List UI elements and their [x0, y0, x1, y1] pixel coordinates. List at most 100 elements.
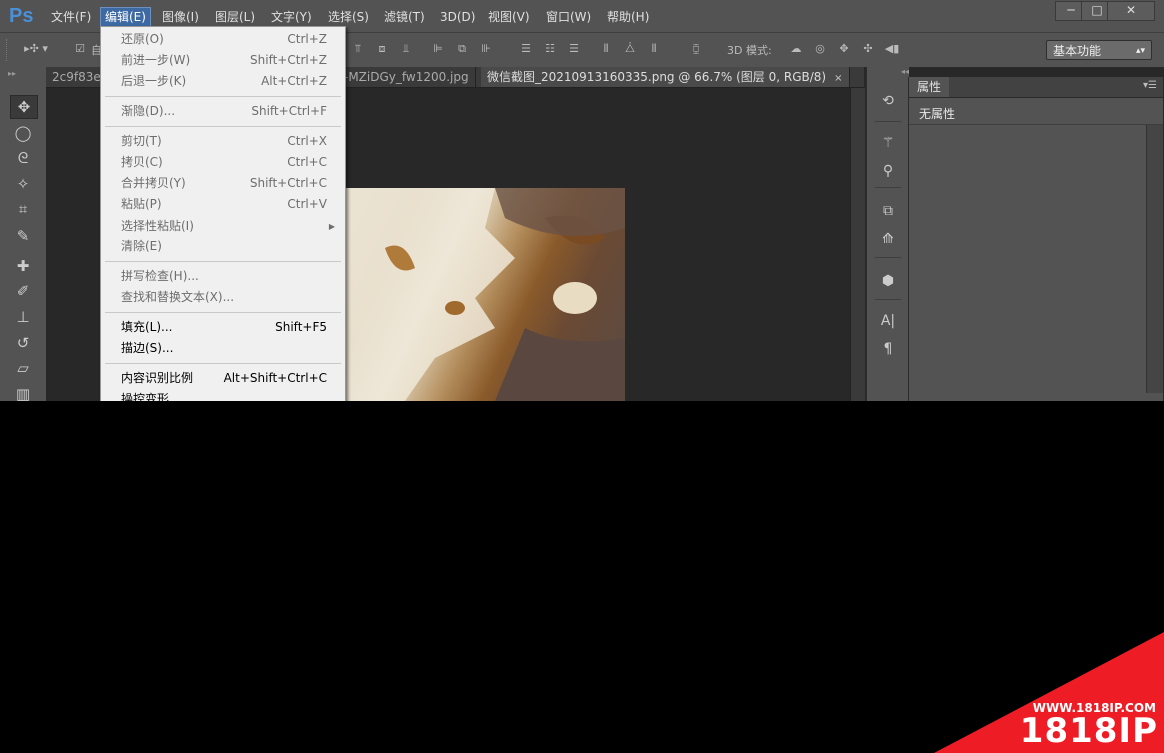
- 3d-rotate-icon[interactable]: ☁: [788, 42, 804, 56]
- auto-align-icon[interactable]: ⧮: [688, 42, 704, 56]
- align-left-icon[interactable]: ⊫: [430, 42, 446, 56]
- menu-select[interactable]: 选择(S): [324, 8, 373, 26]
- canvas-vertical-scrollbar[interactable]: [850, 88, 865, 401]
- tab-document-2[interactable]: -MZiDGy_fw1200.jpg: [338, 67, 476, 87]
- distribute-bottom-icon[interactable]: ☰: [566, 42, 582, 56]
- dock-separator: [875, 121, 901, 122]
- menu-separator: [105, 312, 341, 313]
- 3d-mode-label: 3D 模式:: [727, 44, 772, 57]
- properties-scrollbar[interactable]: [1146, 125, 1163, 393]
- menu-item-paste-special[interactable]: 选择性粘贴(I) ▶: [101, 216, 345, 237]
- tools-panel: ▸▸ ✥ ◯ ᘓ ✧ ⌗ ✎ ✚ ✐ ⊥ ↺ ▱ ▥: [0, 67, 47, 401]
- ellipse-marquee-icon[interactable]: ◯: [10, 122, 36, 144]
- clone-source-icon[interactable]: ⧉: [877, 201, 899, 221]
- 3d-panel-icon[interactable]: ⬢: [877, 271, 899, 291]
- menu-item-fill[interactable]: 填充(L)... Shift+F5: [101, 317, 345, 338]
- properties-panel: 属性 ▾☰ 无属性: [908, 77, 1163, 401]
- distribute-right-icon[interactable]: ⫴: [646, 42, 662, 56]
- menu-layer[interactable]: 图层(L): [211, 8, 259, 26]
- dock-separator: [875, 299, 901, 300]
- gradient-icon[interactable]: ▥: [10, 383, 36, 401]
- menu-separator: [105, 363, 341, 364]
- brush-presets-icon[interactable]: ⚚: [877, 133, 899, 153]
- menu-item-stroke[interactable]: 描边(S)...: [101, 338, 345, 359]
- tab-label: 微信截图_20210913160335.png @ 66.7% (图层 0, R…: [487, 70, 827, 84]
- tab-properties[interactable]: 属性: [909, 77, 950, 97]
- distribute-vcenter-icon[interactable]: ☷: [542, 42, 558, 56]
- distribute-top-icon[interactable]: ☰: [518, 42, 534, 56]
- brush-settings-icon[interactable]: ⚲: [877, 161, 899, 181]
- menu-separator: [105, 126, 341, 127]
- align-top-icon[interactable]: ⫪: [350, 42, 366, 56]
- menu-image[interactable]: 图像(I): [158, 8, 203, 26]
- panel-menu-icon[interactable]: ▾☰: [1143, 80, 1157, 91]
- menu-item-find-replace[interactable]: 查找和替换文本(X)...: [101, 287, 345, 308]
- watermark-brand: 1818IP: [1019, 711, 1158, 751]
- menu-item-clear[interactable]: 清除(E): [101, 236, 345, 257]
- history-brush-icon[interactable]: ↺: [10, 332, 36, 354]
- workspace-select[interactable]: 基本功能 ▴▾: [1046, 40, 1152, 60]
- auto-select-checkbox[interactable]: ☑: [72, 42, 88, 56]
- crop-icon[interactable]: ⌗: [10, 198, 36, 220]
- lasso-icon[interactable]: ᘓ: [10, 147, 36, 169]
- close-button[interactable]: ✕: [1107, 1, 1155, 21]
- submenu-arrow-icon: ▶: [328, 222, 335, 231]
- menu-item-cut[interactable]: 剪切(T) Ctrl+X: [101, 131, 345, 152]
- menu-file[interactable]: 文件(F): [47, 8, 95, 26]
- menu-separator: [105, 261, 341, 262]
- menu-item-fade[interactable]: 渐隐(D)... Shift+Ctrl+F: [101, 101, 345, 122]
- menu-edit[interactable]: 编辑(E): [100, 7, 151, 27]
- menu-item-copy[interactable]: 拷贝(C) Ctrl+C: [101, 152, 345, 173]
- brush-icon[interactable]: ✐: [10, 280, 36, 302]
- align-bottom-icon[interactable]: ⫫: [398, 42, 414, 56]
- menu-item-step-forward[interactable]: 前进一步(W) Shift+Ctrl+Z: [101, 50, 345, 71]
- clone-stamp-icon[interactable]: ⊥: [10, 306, 36, 328]
- paragraph-panel-icon[interactable]: ¶: [877, 339, 899, 359]
- menu-help[interactable]: 帮助(H): [603, 8, 653, 26]
- watermark: WWW.1818IP.COM 1818IP: [934, 632, 1164, 753]
- menu-item-undo[interactable]: 还原(O) Ctrl+Z: [101, 29, 345, 50]
- dock-separator: [875, 187, 901, 188]
- options-grip[interactable]: [6, 39, 11, 61]
- character-panel-icon[interactable]: A|: [877, 311, 899, 331]
- distribute-left-icon[interactable]: ⫴: [598, 42, 614, 56]
- align-hcenter-icon[interactable]: ⧉: [454, 42, 470, 56]
- align-vcenter-icon[interactable]: ⧈: [374, 42, 390, 56]
- menu-item-spell-check[interactable]: 拼写检查(H)...: [101, 266, 345, 287]
- panel-icon-dock: ◂◂ ⟲ ⚚ ⚲ ⧉ ⟰ ⬢ A| ¶: [866, 67, 909, 401]
- tab-close-icon[interactable]: ×: [834, 73, 842, 84]
- menu-window[interactable]: 窗口(W): [542, 8, 595, 26]
- menu-filter[interactable]: 滤镜(T): [380, 8, 429, 26]
- rusty-texture-image: [345, 188, 625, 401]
- collapse-arrows-icon[interactable]: ▸▸: [8, 69, 16, 78]
- menu-item-step-backward[interactable]: 后退一步(K) Alt+Ctrl+Z: [101, 71, 345, 92]
- 3d-slide-icon[interactable]: ✣: [860, 42, 876, 56]
- distribute-hcenter-icon[interactable]: ⧊: [622, 42, 638, 56]
- menu-type[interactable]: 文字(Y): [267, 8, 316, 26]
- magic-wand-icon[interactable]: ✧: [10, 173, 36, 195]
- eyedropper-icon[interactable]: ✎: [10, 225, 36, 247]
- menu-item-content-aware-scale[interactable]: 内容识别比例 Alt+Shift+Ctrl+C: [101, 368, 345, 389]
- move-tool-icon[interactable]: ✥: [10, 95, 38, 119]
- menu-3d[interactable]: 3D(D): [436, 8, 479, 26]
- dock-separator: [875, 257, 901, 258]
- 3d-roll-icon[interactable]: ◎: [812, 42, 828, 56]
- healing-brush-icon[interactable]: ✚: [10, 255, 36, 277]
- menu-item-paste[interactable]: 粘贴(P) Ctrl+V: [101, 194, 345, 215]
- 3d-pan-icon[interactable]: ✥: [836, 42, 852, 56]
- chevron-updown-icon: ▴▾: [1135, 46, 1145, 56]
- tab-document-active[interactable]: 微信截图_20210913160335.png @ 66.7% (图层 0, R…: [481, 67, 850, 87]
- collapse-arrows-icon[interactable]: ◂◂: [867, 67, 909, 77]
- photoshop-window: Ps 文件(F) 编辑(E) 图像(I) 图层(L) 文字(Y) 选择(S) 滤…: [0, 0, 1164, 401]
- eraser-icon[interactable]: ▱: [10, 357, 36, 379]
- menu-item-copy-merged[interactable]: 合并拷贝(Y) Shift+Ctrl+C: [101, 173, 345, 194]
- history-panel-icon[interactable]: ⟲: [877, 91, 899, 111]
- move-tool-preset-icon[interactable]: ▸✣ ▾: [24, 42, 48, 56]
- panel-divider: [909, 124, 1163, 125]
- menu-view[interactable]: 视图(V): [484, 8, 534, 26]
- menu-item-puppet-warp[interactable]: 操控变形: [101, 389, 345, 401]
- properties-empty-text: 无属性: [919, 107, 956, 121]
- character-styles-icon[interactable]: ⟰: [877, 229, 899, 249]
- 3d-scale-icon[interactable]: ◀▮: [884, 42, 900, 56]
- align-right-icon[interactable]: ⊪: [478, 42, 494, 56]
